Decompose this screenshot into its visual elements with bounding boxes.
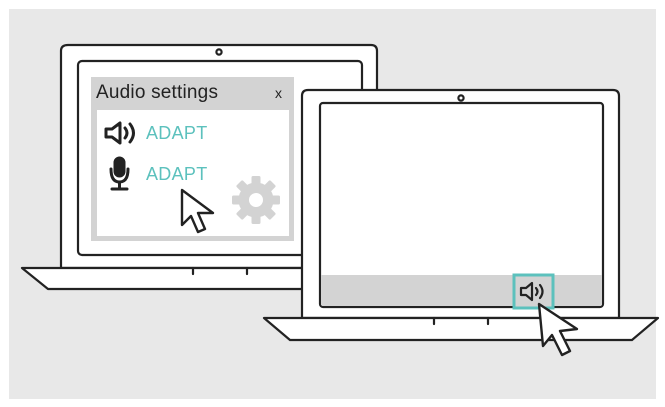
audio-settings-title: Audio settings [96,82,219,103]
laptops-illustration [20,43,660,357]
microphone-device-option[interactable]: ADAPT [146,164,208,185]
speaker-device-option[interactable]: ADAPT [146,123,208,144]
gear-icon [232,176,280,224]
close-button[interactable]: x [275,85,282,101]
taskbar [321,273,602,310]
taskbar-volume-highlight [512,273,555,310]
